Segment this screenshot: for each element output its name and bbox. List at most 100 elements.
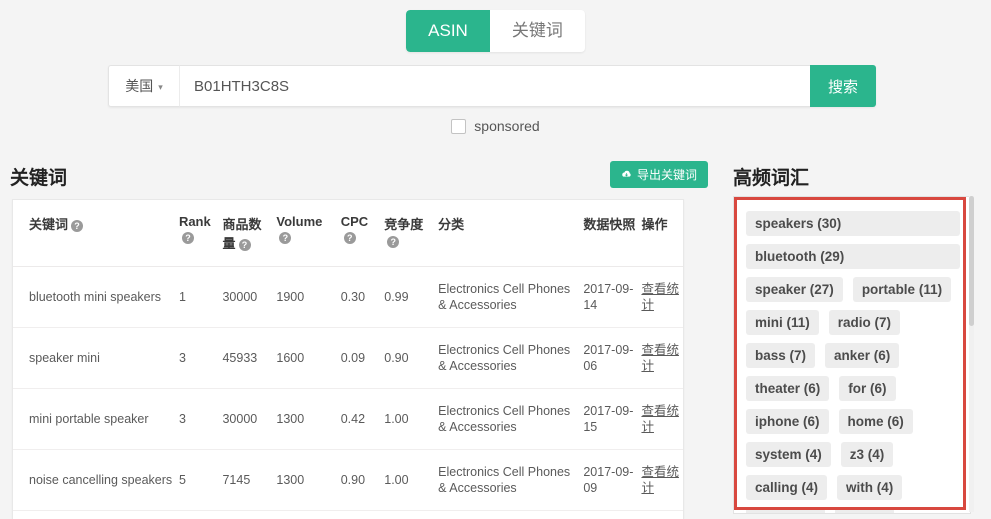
- category-cell: Electronics Cell Phones & Accessories: [438, 266, 584, 328]
- action-cell: 查看统计: [641, 266, 683, 328]
- help-icon[interactable]: ?: [181, 231, 194, 244]
- competition-cell: 0.90: [384, 327, 439, 389]
- rank-cell: 3: [178, 327, 223, 389]
- tab-group: ASIN 关键词: [406, 10, 585, 52]
- col-header-snapshot[interactable]: 数据快照: [583, 200, 642, 267]
- high-frequency-tag[interactable]: with (4): [837, 475, 903, 500]
- keyword-cell: speaker mini: [13, 327, 179, 389]
- chevron-down-icon: ▾: [158, 81, 163, 92]
- tab-asin[interactable]: ASIN: [406, 10, 490, 52]
- help-icon[interactable]: ?: [387, 235, 400, 248]
- help-icon[interactable]: ?: [71, 219, 84, 232]
- search-bar: 美国 ▾ 搜索: [108, 65, 876, 107]
- category-cell: Electronics Cell Phones & Accessories: [438, 388, 584, 450]
- col-header-rank[interactable]: Rank?: [178, 200, 223, 267]
- rank-cell: 1: [178, 266, 223, 328]
- high-frequency-tag[interactable]: radio (7): [828, 310, 901, 335]
- cpc-cell: 0.09: [340, 327, 385, 389]
- high-frequency-tag[interactable]: theater (6): [746, 376, 830, 401]
- high-frequency-tag[interactable]: sound (4): [746, 508, 825, 513]
- volume-cell: 1300: [276, 388, 341, 450]
- high-frequency-tag[interactable]: calling (4): [746, 475, 828, 500]
- col-header-cpc[interactable]: CPC?: [340, 200, 385, 267]
- view-stats-link[interactable]: 查看统计: [641, 342, 679, 374]
- tab-keyword[interactable]: 关键词: [489, 10, 585, 52]
- high-frequency-tag[interactable]: bass (7): [746, 343, 816, 368]
- product-count-cell: 30000: [222, 388, 277, 450]
- sponsored-label[interactable]: sponsored: [474, 118, 539, 134]
- table-row: mini portable speaker 3 30000 1300 0.42 1.00 E…: [13, 388, 683, 450]
- rank-cell: 3: [178, 388, 223, 450]
- category-cell: Electronics Cell Phones & Accessories: [438, 449, 584, 511]
- action-cell: 查看统计: [641, 388, 683, 450]
- competition-cell: 0.99: [384, 266, 439, 328]
- col-header-product-count[interactable]: 商品数量?: [222, 200, 277, 267]
- category-cell: Electronics Cell Phones & Accessories: [438, 327, 584, 389]
- snapshot-cell: 2017-09-06: [583, 327, 642, 389]
- snapshot-cell: 2017-09-14: [583, 266, 642, 328]
- col-header-volume[interactable]: Volume?: [276, 200, 341, 267]
- high-frequency-tag[interactable]: system (4): [746, 442, 831, 467]
- keyword-cell: noise cancelling speakers: [13, 449, 179, 511]
- snapshot-cell: 2017-09-15: [583, 388, 642, 450]
- col-header-volume-label: Volume: [276, 214, 323, 229]
- table-header-row: 关键词? Rank? 商品数量? Volume? CPC? 竞争度? 分类 数据…: [13, 200, 683, 267]
- cpc-cell: 0.30: [340, 266, 385, 328]
- cpc-cell: 0.42: [340, 388, 385, 450]
- high-frequency-tag[interactable]: dot (3): [834, 508, 894, 513]
- col-header-keyword-label: 关键词: [29, 217, 69, 232]
- high-frequency-tag[interactable]: for (6): [839, 376, 896, 401]
- export-keywords-label: 导出关键词: [637, 168, 698, 182]
- col-header-cpc-label: CPC: [340, 214, 369, 229]
- col-header-snapshot-label: 数据快照: [583, 217, 636, 232]
- high-frequency-tag[interactable]: portable (11): [852, 277, 952, 302]
- high-frequency-tag-list: speakers (30) bluetooth (29) speaker (27) p…: [734, 197, 970, 513]
- keyword-table-body: bluetooth mini speakers 1 30000 1900 0.30 0.9…: [13, 266, 683, 511]
- keyword-section-title: 关键词: [10, 168, 68, 189]
- high-frequency-tag[interactable]: anker (6): [825, 343, 900, 368]
- col-header-category-label: 分类: [438, 217, 465, 232]
- high-frequency-scrollbar[interactable]: [969, 196, 974, 512]
- keyword-table: 关键词? Rank? 商品数量? Volume? CPC? 竞争度? 分类 数据…: [13, 200, 683, 511]
- high-frequency-scrollbar-thumb[interactable]: [969, 196, 974, 326]
- table-row: bluetooth mini speakers 1 30000 1900 0.30 0.9…: [13, 266, 683, 328]
- action-cell: 查看统计: [641, 449, 683, 511]
- high-frequency-tag[interactable]: speakers (30): [746, 211, 960, 236]
- col-header-action-label: 操作: [641, 217, 668, 232]
- high-frequency-tag[interactable]: bluetooth (29): [746, 244, 960, 269]
- help-icon[interactable]: ?: [343, 231, 356, 244]
- volume-cell: 1600: [276, 327, 341, 389]
- high-frequency-tag[interactable]: z3 (4): [840, 442, 894, 467]
- col-header-category[interactable]: 分类: [438, 200, 584, 267]
- sponsored-filter: sponsored: [0, 118, 991, 134]
- product-count-cell: 7145: [222, 449, 277, 511]
- col-header-competition[interactable]: 竞争度?: [384, 200, 439, 267]
- col-header-keyword[interactable]: 关键词?: [13, 200, 179, 267]
- view-stats-link[interactable]: 查看统计: [641, 464, 679, 496]
- table-row: speaker mini 3 45933 1600 0.09 0.90 Electronic…: [13, 327, 683, 389]
- country-select-label: 美国: [125, 78, 154, 94]
- export-keywords-button[interactable]: 导出关键词: [610, 161, 709, 188]
- high-frequency-tag[interactable]: speaker (27): [746, 277, 843, 302]
- keyword-cell: mini portable speaker: [13, 388, 179, 450]
- high-frequency-tag[interactable]: mini (11): [746, 310, 819, 335]
- asin-search-input[interactable]: [179, 65, 810, 107]
- col-header-competition-label: 竞争度: [384, 217, 424, 232]
- country-select[interactable]: 美国 ▾: [108, 65, 179, 107]
- keyword-cell: bluetooth mini speakers: [13, 266, 179, 328]
- help-icon[interactable]: ?: [279, 231, 292, 244]
- high-frequency-tag[interactable]: iphone (6): [746, 409, 829, 434]
- competition-cell: 1.00: [384, 388, 439, 450]
- view-stats-link[interactable]: 查看统计: [641, 281, 679, 313]
- high-frequency-tag[interactable]: home (6): [838, 409, 913, 434]
- col-header-action: 操作: [641, 200, 683, 267]
- rank-cell: 5: [178, 449, 223, 511]
- view-stats-link[interactable]: 查看统计: [641, 403, 679, 435]
- search-mode-tabs: ASIN 关键词: [0, 10, 991, 52]
- competition-cell: 1.00: [384, 449, 439, 511]
- search-button[interactable]: 搜索: [810, 65, 876, 107]
- keyword-table-head: 关键词? Rank? 商品数量? Volume? CPC? 竞争度? 分类 数据…: [13, 200, 683, 267]
- sponsored-checkbox[interactable]: [451, 118, 467, 134]
- help-icon[interactable]: ?: [238, 238, 251, 251]
- snapshot-cell: 2017-09-09: [583, 449, 642, 511]
